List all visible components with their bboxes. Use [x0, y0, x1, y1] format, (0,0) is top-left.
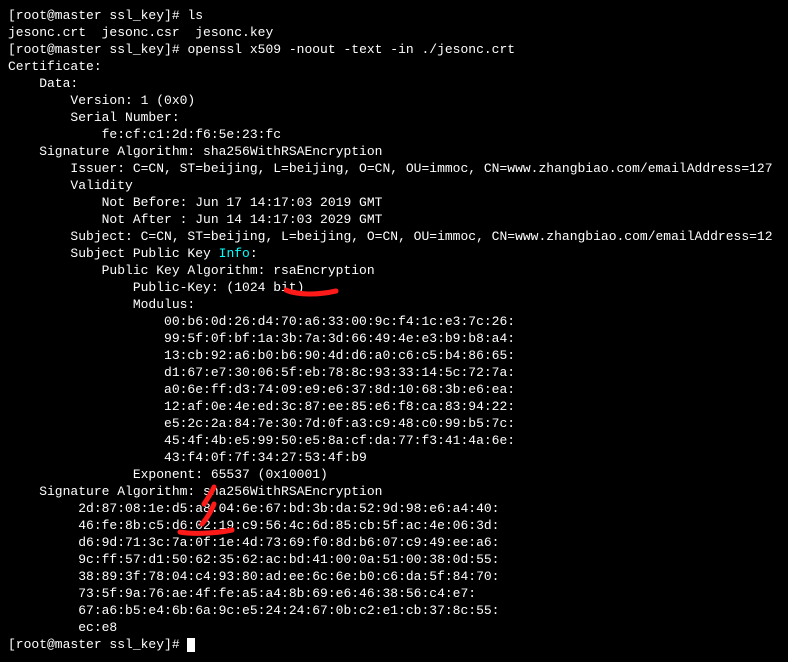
output-line: 38:89:3f:78:04:c4:93:80:ad:ee:6c:6e:b0:c…	[8, 569, 780, 586]
output-line: Not Before: Jun 17 14:17:03 2019 GMT	[8, 195, 780, 212]
output-line: Certificate:	[8, 59, 780, 76]
output-text: :	[250, 246, 258, 261]
output-line: Version: 1 (0x0)	[8, 93, 780, 110]
output-line: d6:9d:71:3c:7a:0f:1e:4d:73:69:f0:8d:b6:0…	[8, 535, 780, 552]
prompt: [root@master ssl_key]#	[8, 8, 187, 23]
output-line: 2d:87:08:1e:d5:a8:04:6e:67:bd:3b:da:52:9…	[8, 501, 780, 518]
output-line: a0:6e:ff:d3:74:09:e9:e6:37:8d:10:68:3b:e…	[8, 382, 780, 399]
prompt: [root@master ssl_key]#	[8, 637, 187, 652]
output-line: 00:b6:0d:26:d4:70:a6:33:00:9c:f4:1c:e3:7…	[8, 314, 780, 331]
output-line: ec:e8	[8, 620, 780, 637]
output-text: Subject Public Key	[8, 246, 219, 261]
output-line: Public-Key: (1024 bit)	[8, 280, 780, 297]
output-line: Signature Algorithm: sha256WithRSAEncryp…	[8, 484, 780, 501]
output-line: fe:cf:c1:2d:f6:5e:23:fc	[8, 127, 780, 144]
prompt: [root@master ssl_key]#	[8, 42, 187, 57]
output-line: 45:4f:4b:e5:99:50:e5:8a:cf:da:77:f3:41:4…	[8, 433, 780, 450]
info-highlight: Info	[219, 246, 250, 261]
output-line: Subject: C=CN, ST=beijing, L=beijing, O=…	[8, 229, 780, 246]
ls-output: jesonc.crt jesonc.csr jesonc.key	[8, 25, 780, 42]
output-line: Subject Public Key Info:	[8, 246, 780, 263]
output-line: Data:	[8, 76, 780, 93]
prompt-line-3: [root@master ssl_key]#	[8, 637, 780, 654]
output-line: 99:5f:0f:bf:1a:3b:7a:3d:66:49:4e:e3:b9:b…	[8, 331, 780, 348]
output-line: Validity	[8, 178, 780, 195]
output-line: Public Key Algorithm: rsaEncryption	[8, 263, 780, 280]
output-line: 12:af:0e:4e:ed:3c:87:ee:85:e6:f8:ca:83:9…	[8, 399, 780, 416]
output-line: Signature Algorithm: sha256WithRSAEncryp…	[8, 144, 780, 161]
command[interactable]: openssl x509 -noout -text -in ./jesonc.c…	[187, 42, 515, 57]
output-line: d1:67:e7:30:06:5f:eb:78:8c:93:33:14:5c:7…	[8, 365, 780, 382]
output-line: e5:2c:2a:84:7e:30:7d:0f:a3:c9:48:c0:99:b…	[8, 416, 780, 433]
output-line: Exponent: 65537 (0x10001)	[8, 467, 780, 484]
output-line: 13:cb:92:a6:b0:b6:90:4d:d6:a0:c6:c5:b4:8…	[8, 348, 780, 365]
prompt-line-2: [root@master ssl_key]# openssl x509 -noo…	[8, 42, 780, 59]
output-line: Modulus:	[8, 297, 780, 314]
output-line: Serial Number:	[8, 110, 780, 127]
output-line: 46:fe:8b:c5:d6:02:19:c9:56:4c:6d:85:cb:5…	[8, 518, 780, 535]
output-line: 9c:ff:57:d1:50:62:35:62:ac:bd:41:00:0a:5…	[8, 552, 780, 569]
output-line: 73:5f:9a:76:ae:4f:fe:a5:a4:8b:69:e6:46:3…	[8, 586, 780, 603]
output-line: 43:f4:0f:7f:34:27:53:4f:b9	[8, 450, 780, 467]
command[interactable]: ls	[187, 8, 203, 23]
output-line: Issuer: C=CN, ST=beijing, L=beijing, O=C…	[8, 161, 780, 178]
cursor-icon[interactable]	[187, 638, 195, 652]
prompt-line-1: [root@master ssl_key]# ls	[8, 8, 780, 25]
terminal-window: [root@master ssl_key]# ls jesonc.crt jes…	[8, 8, 780, 654]
output-line: 67:a6:b5:e4:6b:6a:9c:e5:24:24:67:0b:c2:e…	[8, 603, 780, 620]
output-line: Not After : Jun 14 14:17:03 2029 GMT	[8, 212, 780, 229]
